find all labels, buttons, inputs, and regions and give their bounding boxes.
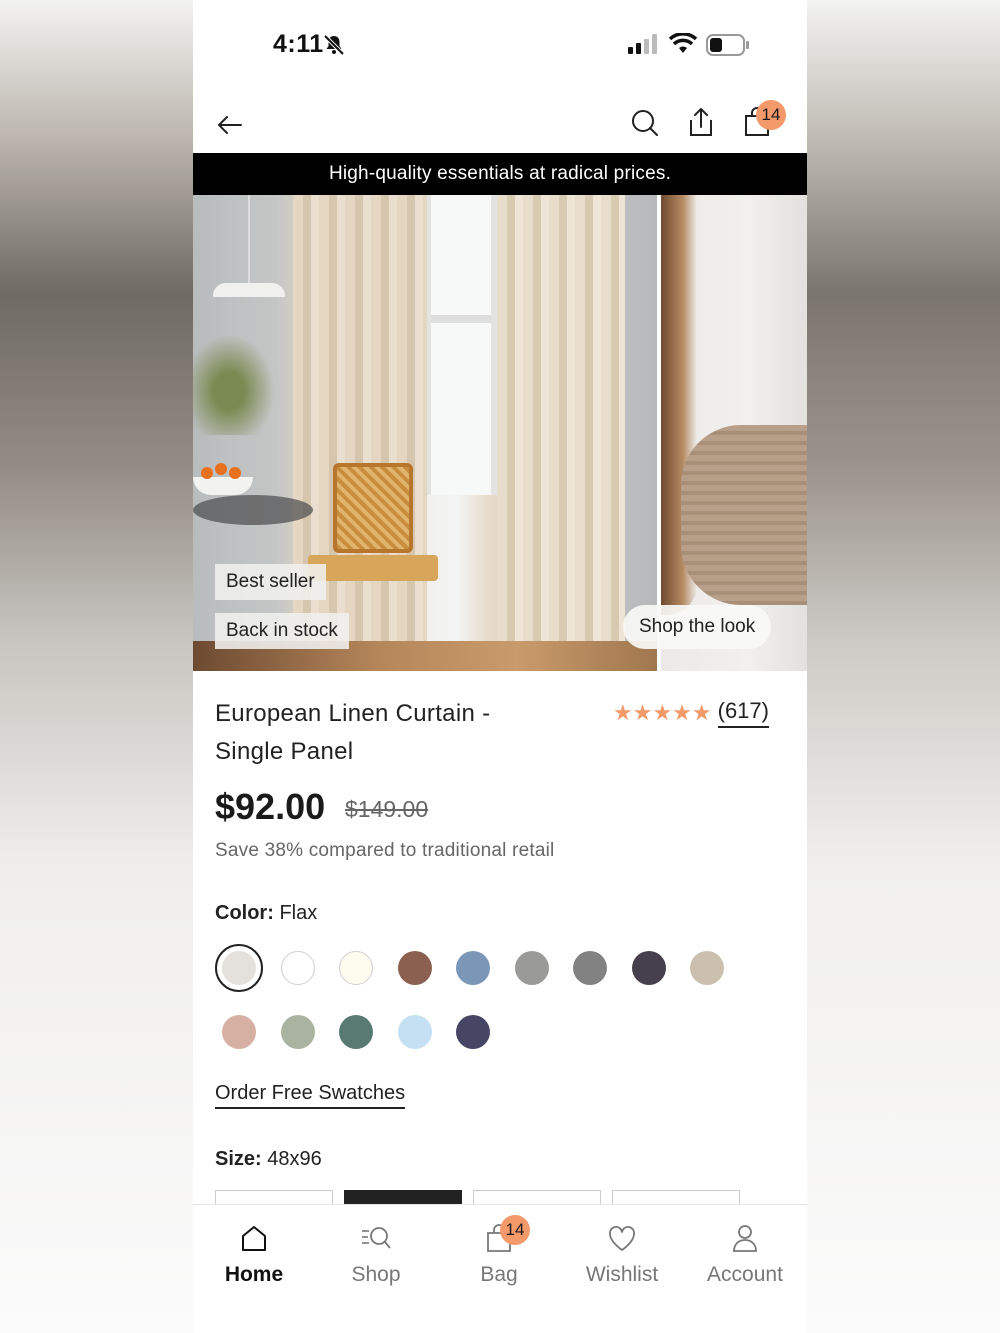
top-navigation: 14 (193, 100, 807, 148)
status-time: 4:11 (273, 30, 324, 58)
background-blur-left (0, 0, 193, 1333)
size-label-key: Size: (215, 1148, 262, 1170)
product-rating[interactable]: ★★★★★ (617) (613, 698, 769, 728)
back-in-stock-tag: Back in stock (215, 613, 349, 649)
color-label-key: Color: (215, 902, 274, 924)
share-icon[interactable] (686, 106, 716, 143)
tab-home[interactable]: Home (199, 1221, 309, 1287)
side-table (193, 495, 313, 525)
window (425, 195, 497, 495)
current-price: $92.00 (215, 786, 326, 827)
bag-icon: 14 (444, 1215, 554, 1255)
orange (229, 467, 241, 479)
heart-icon (567, 1221, 677, 1255)
product-image-closeup (661, 195, 807, 671)
color-swatch[interactable] (690, 951, 724, 985)
fruit-bowl (193, 477, 253, 495)
color-swatch[interactable] (222, 951, 256, 985)
color-swatch[interactable] (280, 1015, 315, 1049)
size-option[interactable] (215, 1190, 333, 1204)
search-icon[interactable] (630, 108, 660, 143)
lamp-cord (248, 195, 250, 285)
product-title-line2: Single Panel (215, 738, 354, 765)
color-swatch[interactable] (573, 951, 607, 985)
phone-screen: 4:11 14 High-quality essentials at radic… (193, 0, 807, 1333)
tab-account[interactable]: Account (690, 1221, 800, 1287)
selected-color-name: Flax (279, 902, 318, 924)
battery-icon (706, 34, 750, 61)
best-seller-tag: Best seller (215, 564, 326, 600)
orange (201, 467, 213, 479)
color-swatch[interactable] (456, 951, 490, 985)
order-free-swatches-link[interactable]: Order Free Swatches (215, 1082, 406, 1109)
orange (215, 463, 227, 475)
status-bar: 4:11 (193, 0, 807, 90)
silent-bell-icon (323, 34, 345, 61)
review-count-link[interactable]: (617) (717, 698, 769, 728)
bottom-tab-bar: Home Shop 14 Bag Wishlist Account (193, 1204, 807, 1333)
tab-shop-label: Shop (351, 1263, 401, 1286)
cane-chair-back (333, 463, 413, 553)
color-swatch[interactable] (280, 951, 315, 985)
rating-stars-icon: ★★★★★ (613, 700, 712, 725)
color-swatch[interactable] (339, 951, 373, 985)
tab-bag-label: Bag (480, 1263, 518, 1286)
product-title: European Linen Curtain - Single Panel (215, 695, 545, 771)
shop-search-icon (321, 1221, 431, 1255)
original-price: $149.00 (345, 796, 429, 822)
product-title-line1: European Linen Curtain - (215, 700, 491, 727)
color-label: Color: Flax (215, 902, 317, 925)
selected-size: 48x96 (267, 1148, 322, 1170)
cellular-signal-icon (628, 34, 660, 59)
tab-wishlist-label: Wishlist (585, 1263, 659, 1286)
size-option-selected[interactable] (344, 1190, 462, 1204)
bag-count-badge: 14 (500, 1215, 530, 1245)
color-swatch[interactable] (397, 1015, 432, 1049)
color-swatch[interactable] (339, 1015, 373, 1049)
tab-shop[interactable]: Shop (321, 1221, 431, 1287)
shopping-bag-icon[interactable]: 14 (742, 100, 786, 143)
color-swatch[interactable] (397, 951, 432, 985)
color-swatch[interactable] (514, 951, 549, 985)
color-swatch[interactable] (222, 1015, 256, 1049)
curtain-right (497, 195, 625, 645)
home-icon (199, 1221, 309, 1255)
tab-wishlist[interactable]: Wishlist (567, 1221, 677, 1287)
size-label: Size: 48x96 (215, 1148, 322, 1171)
tab-account-label: Account (707, 1263, 783, 1286)
promo-banner: High-quality essentials at radical price… (193, 153, 807, 195)
background-blur-right (807, 0, 1000, 1333)
color-swatch[interactable] (631, 951, 666, 985)
size-option[interactable] (473, 1190, 601, 1204)
savings-text: Save 38% compared to traditional retail (215, 840, 555, 861)
account-person-icon (690, 1221, 800, 1255)
pendant-lamp (213, 283, 285, 297)
color-swatch[interactable] (456, 1015, 490, 1049)
product-image-carousel[interactable]: Best seller Back in stock Shop the look (193, 195, 807, 671)
wifi-icon (668, 32, 698, 60)
cane-chair-seat (308, 555, 438, 581)
shop-the-look-button[interactable]: Shop the look (623, 605, 772, 649)
tab-bag[interactable]: 14 Bag (444, 1215, 554, 1287)
cart-count-badge: 14 (756, 100, 786, 130)
model-sweater (681, 425, 807, 605)
tab-home-label: Home (224, 1263, 284, 1286)
size-option[interactable] (612, 1190, 740, 1204)
plant (193, 325, 283, 435)
back-arrow-icon[interactable] (215, 110, 245, 140)
